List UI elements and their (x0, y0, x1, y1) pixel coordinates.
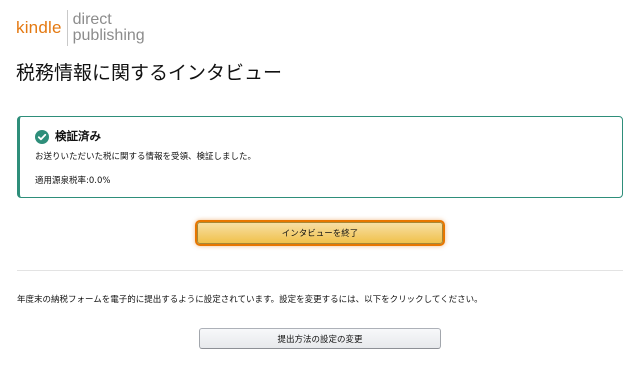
alert-header: 検証済み (35, 128, 101, 144)
logo-kindle-text: kindle (16, 18, 62, 37)
logo-divider (66, 10, 68, 46)
section-divider (17, 270, 623, 271)
filing-info-text: 年度末の納税フォームを電子的に提出するように設定されています。設定を変更するには… (17, 295, 483, 305)
alert-message: お送りいただいた税に関する情報を受領、検証しました。 (35, 152, 257, 162)
page-title: 税務情報に関するインタビュー (16, 62, 283, 84)
change-filing-settings-button[interactable]: 提出方法の設定の変更 (199, 328, 441, 349)
logo-publishing-text: publishing (72, 27, 145, 44)
check-circle-icon (35, 129, 49, 144)
withholding-rate-text: 適用源泉税率:0.0% (35, 176, 111, 186)
verified-alert: 検証済み お送りいただいた税に関する情報を受領、検証しました。 適用源泉税率:0… (17, 116, 623, 198)
alert-title: 検証済み (55, 129, 101, 143)
logo-direct-text: direct (72, 11, 112, 28)
end-interview-button[interactable]: インタビューを終了 (197, 222, 443, 244)
logo-direct-publishing: direct publishing (73, 12, 145, 44)
kdp-logo[interactable]: kindle direct publishing (16, 10, 145, 46)
